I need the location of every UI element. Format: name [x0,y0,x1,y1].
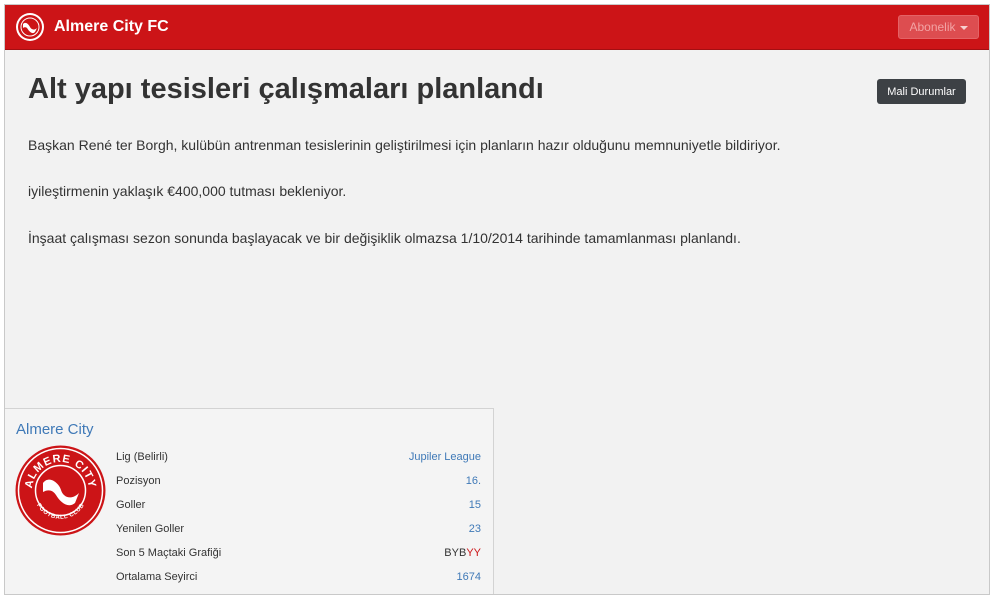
stat-row-league: Lig (Belirli) Jupiler League [116,448,481,468]
stat-label: Son 5 Maçtaki Grafiği [116,547,222,559]
stat-label: Yenilen Goller [116,523,185,535]
stat-value: 16. [465,475,481,487]
stat-value: 15 [468,499,481,511]
article-paragraph: iyileştirmenin yaklaşık €400,000 tutması… [28,183,347,199]
form-result: Y [466,547,474,559]
stat-row-attendance: Ortalama Seyirci 1674 [116,568,481,588]
article-paragraph: Başkan René ter Borgh, kulübün antrenman… [28,137,781,153]
finance-button[interactable]: Mali Durumlar [877,79,966,104]
club-logo: ALMERE CITY FOOTBALL CLUB [15,445,106,536]
caret-down-icon [959,25,968,30]
article-paragraph: İnşaat çalışması sezon sonunda başlayaca… [28,230,741,246]
stat-label: Pozisyon [116,475,161,487]
top-navbar: Almere City FC Abonelik [5,5,989,50]
stat-label: Ortalama Seyirci [116,571,198,583]
club-name-link[interactable]: Almere City [16,421,94,438]
article-title: Alt yapı tesisleri çalışmaları planlandı [28,73,544,105]
club-info-card: Almere City ALMERE CITY FOOTBALL CLUB Li… [5,408,494,594]
form-result: B [444,547,452,559]
stat-row-form: Son 5 Maçtaki Grafiği BYBYY [116,544,481,564]
stat-value: 23 [468,523,481,535]
stat-value: 1674 [456,571,481,583]
subscription-label: Abonelik [909,20,956,34]
brand-name[interactable]: Almere City FC [54,18,169,36]
stat-label: Lig (Belirli) [116,451,168,463]
app-frame: Almere City FC Abonelik Alt yapı tesisle… [4,4,990,595]
form-sequence: BYBYY [444,547,481,559]
club-crest-icon[interactable] [15,12,45,42]
stat-row-conceded: Yenilen Goller 23 [116,520,481,540]
stat-value-league-link[interactable]: Jupiler League [409,451,481,463]
form-result: Y [451,547,459,559]
subscription-dropdown-button[interactable]: Abonelik [898,15,979,39]
stat-row-goals: Goller 15 [116,496,481,516]
stat-label: Goller [116,499,146,511]
form-result: Y [473,547,481,559]
stat-row-position: Pozisyon 16. [116,472,481,492]
